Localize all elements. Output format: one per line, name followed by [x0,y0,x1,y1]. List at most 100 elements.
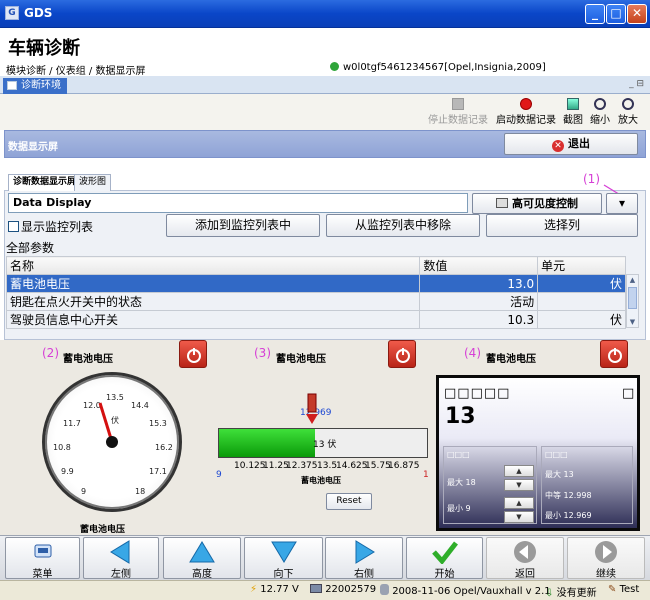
scroll-down-icon[interactable]: ▼ [627,317,638,327]
screen-title: 数据显示屏 [8,142,58,153]
left-box-head: □□□ [447,450,470,459]
all-params-label: 全部参数 [6,241,55,255]
scroll-up-icon[interactable]: ▲ [627,275,638,285]
connection-status-icon [330,62,339,71]
stop-record-button[interactable]: 停止数据记录 [428,98,488,126]
window-title-bar[interactable]: G GDS [0,0,650,28]
zoom-out-button[interactable]: 缩小 [590,98,610,126]
column-header-unit[interactable]: 单元 [537,256,626,275]
param-value: 活动 [419,292,539,311]
arrow-up-icon [189,541,215,563]
power-icon [396,348,410,363]
close-button[interactable]: ✕ [627,4,647,24]
tools-icon: ✎ [608,584,617,595]
back-label: 返回 [515,569,535,580]
down-button[interactable]: 向下 [244,537,323,580]
gauge1-power-button[interactable] [179,340,207,368]
max-up-button[interactable]: ▲ [504,465,534,477]
back-button[interactable]: 返回 [486,537,564,580]
callout-1: (1) [583,172,600,186]
select-columns-button[interactable]: 选择列 [486,214,638,237]
vehicle-id: w0l0tgf5461234567[Opel,Insignia,2009] [330,62,546,73]
bar-tick-label: 11.25 [263,461,289,471]
column-header-value[interactable]: 数值 [419,256,539,275]
add-to-monitor-button[interactable]: 添加到监控列表中 [166,214,320,237]
max-down-button[interactable]: ▼ [504,479,534,491]
gauge1-title: 蓄电池电压 [63,354,113,365]
bar-end-right: 1 [423,470,429,480]
screenshot-icon [567,98,579,110]
left-button[interactable]: 左侧 [83,537,159,580]
start-button[interactable]: 开始 [406,537,483,580]
bar-tick-label: 13.5 [317,461,338,471]
exit-label: 退出 [568,137,590,150]
menu-icon [34,544,51,558]
exit-button[interactable]: ✕ 退出 [504,133,638,155]
table-scrollbar[interactable]: ▲ ▼ [626,274,639,328]
params-table: 名称 数值 单元 蓄电池电压 13.0 伏 钥匙在点火开关中的状态 活动 驾驶员… [5,256,626,329]
mode-status-text: Test [619,584,640,595]
window-title: GDS [24,6,53,20]
table-header-row: 名称 数值 单元 [5,256,626,275]
height-button[interactable]: 高度 [163,537,241,580]
app-icon: G [5,6,19,20]
table-row[interactable]: 钥匙在点火开关中的状态 活动 [5,292,626,311]
analog-dial-gauge: 12.0 13.5 14.4 11.7 15.3 10.8 16.2 9.9 1… [42,372,182,512]
reset-button[interactable]: Reset [326,493,372,510]
tab-diagnostic-environment[interactable]: 诊断环境 [3,78,67,94]
down-label: 向下 [273,569,294,580]
bar-gauge-reading: 13 伏 [313,440,337,450]
min-down-button[interactable]: ▼ [504,511,534,523]
tab-diagnostic-data-display[interactable]: 诊断数据显示屏 [8,174,82,191]
zoom-out-label: 缩小 [590,115,610,126]
table-row[interactable]: 蓄电池电压 13.0 伏 [5,274,626,293]
show-monitor-list-checkbox[interactable]: 显示监控列表 [8,218,93,235]
menu-button[interactable]: 菜单 [5,537,80,580]
digital-left-box: □□□ 最大 18 最小 9 ▲ ▼ ▲ ▼ [443,446,537,524]
callout-3: (3) [254,346,271,360]
bar-gauge-caption: 蓄电池电压 [301,476,341,485]
right-button[interactable]: 右侧 [325,537,403,580]
param-name: 驾驶员信息中心开关 [5,310,421,329]
high-visibility-button[interactable]: 高可见度控制 [472,193,602,214]
software-version-text: 2008-11-06 Opel/Vauxhall v 2.1 [392,586,551,597]
right-box-mid: 中等 12.998 [545,491,592,500]
digital-right-box: □□□ 最大 13 中等 12.998 最小 12.969 [541,446,633,524]
bar-tick-label: 10.125 [234,461,266,471]
high-visibility-label: 高可见度控制 [512,197,578,210]
page-title: 车辆诊断 [8,38,80,59]
min-up-button[interactable]: ▲ [504,497,534,509]
lightning-icon: ⚡ [250,584,258,595]
arrow-right-icon [355,540,375,564]
start-record-button[interactable]: 启动数据记录 [496,98,556,126]
gauge2-power-button[interactable] [388,340,416,368]
bar-tick-label: 14.625 [336,461,368,471]
zoom-in-label: 放大 [618,115,638,126]
stop-icon [452,98,464,110]
screenshot-button[interactable]: 截图 [563,98,583,126]
param-unit [537,292,626,311]
height-label: 高度 [192,569,212,580]
zoom-in-button[interactable]: 放大 [618,98,638,126]
left-box-min: 最小 9 [447,504,471,513]
dropdown-button[interactable]: ▾ [606,193,638,214]
back-icon [514,541,536,563]
dial-caption: 蓄电池电压 [80,525,126,535]
maximize-button[interactable]: □ [606,4,626,24]
power-icon [187,348,201,363]
column-header-name[interactable]: 名称 [5,256,421,275]
tab-window-controls[interactable]: _ ⊟ [629,79,644,89]
scroll-thumb[interactable] [628,287,637,309]
checkbox-box[interactable] [8,221,19,232]
checkmark-icon [431,541,458,564]
record-icon [520,98,532,110]
tab-waveform[interactable]: 波形图 [74,174,112,191]
display-select[interactable]: Data Display [8,193,468,213]
remove-from-monitor-button[interactable]: 从监控列表中移除 [326,214,480,237]
gauge3-power-button[interactable] [600,340,628,368]
minimize-button[interactable]: _ [585,4,605,24]
database-icon [380,584,389,595]
table-row[interactable]: 驾驶员信息中心开关 10.3 伏 [5,310,626,329]
continue-button[interactable]: 继续 [567,537,645,580]
show-monitor-list-label: 显示监控列表 [21,220,94,234]
